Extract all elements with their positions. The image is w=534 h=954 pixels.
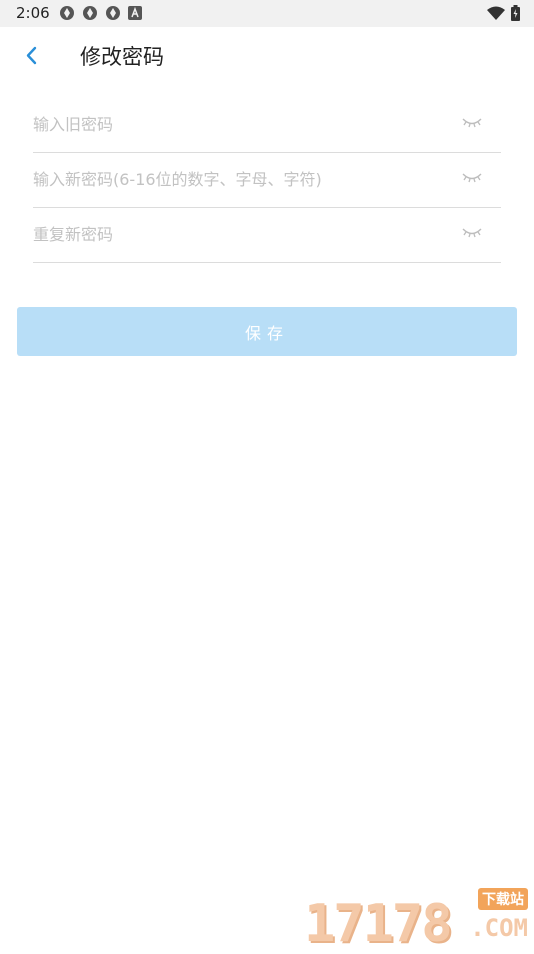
watermark-logo: 17178 下载站 .COM <box>304 888 528 954</box>
battery-icon <box>511 5 520 21</box>
watermark-suffix: .COM <box>470 914 528 942</box>
page-title: 修改密码 <box>80 45 164 69</box>
repeat-password-input[interactable] <box>33 207 433 262</box>
eye-closed-icon[interactable] <box>461 114 483 130</box>
status-bar: 2:06 <box>0 0 534 27</box>
watermark-badge: 下载站 <box>478 888 528 910</box>
new-password-field <box>33 152 501 208</box>
save-button[interactable]: 保存 <box>17 307 517 356</box>
eye-closed-icon[interactable] <box>461 169 483 185</box>
settings-icon <box>60 6 74 20</box>
new-password-input[interactable] <box>33 152 433 207</box>
chevron-left-icon <box>26 46 37 65</box>
back-button[interactable] <box>18 41 48 71</box>
settings-icon <box>83 6 97 20</box>
status-time: 2:06 <box>16 4 50 22</box>
repeat-password-field <box>33 207 501 263</box>
app-a-icon <box>128 6 142 20</box>
app-bar: 修改密码 <box>0 27 534 85</box>
settings-icon <box>106 6 120 20</box>
watermark-digits: 17178 <box>304 894 453 954</box>
old-password-field <box>33 97 501 153</box>
status-right-icons <box>487 5 520 21</box>
wifi-icon <box>487 6 505 20</box>
eye-closed-icon[interactable] <box>461 224 483 240</box>
old-password-input[interactable] <box>33 97 433 152</box>
status-left-icons <box>59 5 142 21</box>
